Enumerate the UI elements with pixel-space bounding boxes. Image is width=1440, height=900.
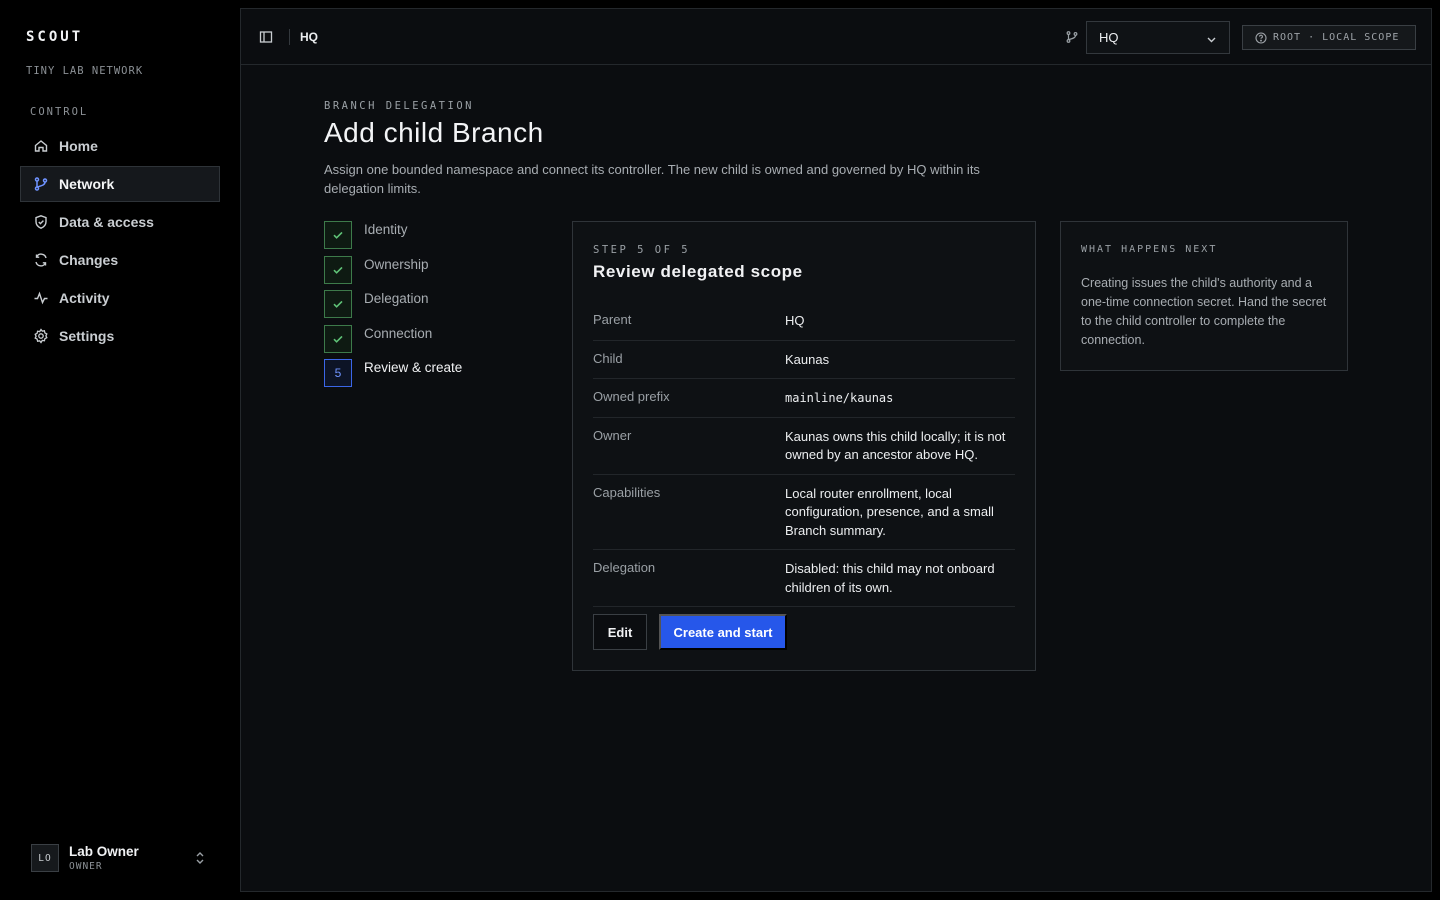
- step-connection[interactable]: Connection: [324, 324, 524, 360]
- branch-select[interactable]: HQ: [1086, 21, 1230, 54]
- home-icon: [33, 138, 49, 154]
- chevron-down-icon: [1206, 33, 1217, 44]
- sidebar-nav: Home Network Data & access Changes Activ…: [20, 128, 220, 356]
- detail-value: Kaunas owns this child locally; it is no…: [785, 428, 1006, 463]
- detail-row-owned-prefix: Owned prefix mainline/kaunas: [593, 379, 1015, 418]
- page-eyebrow: BRANCH DELEGATION: [324, 100, 474, 112]
- step-review-create[interactable]: 5 Review & create: [324, 359, 524, 394]
- branch-icon: [1065, 30, 1079, 44]
- sidebar-item-label: Settings: [59, 328, 115, 344]
- step-status-done: [324, 290, 352, 319]
- sidebar-item-label: Changes: [59, 252, 119, 268]
- chevron-up-down-icon: [194, 850, 206, 866]
- detail-value: mainline/kaunas: [785, 391, 894, 405]
- page-title: Add child Branch: [324, 117, 544, 148]
- user-name: Lab Owner: [69, 844, 139, 859]
- next-steps-panel: WHAT HAPPENS NEXT Creating issues the ch…: [1060, 221, 1348, 371]
- sidebar: SCOUT TINY LAB NETWORK CONTROL Home Netw…: [0, 0, 240, 900]
- step-label: Identity: [364, 222, 408, 237]
- sidebar-item-network[interactable]: Network: [20, 166, 220, 202]
- shield-icon: [33, 214, 49, 230]
- page-description: Assign one bounded namespace and connect…: [324, 162, 980, 196]
- refresh-icon: [33, 252, 49, 268]
- review-title: Review delegated scope: [593, 262, 803, 281]
- sidebar-item-activity[interactable]: Activity: [20, 280, 220, 316]
- sidebar-item-label: Network: [59, 176, 115, 192]
- sidebar-item-home[interactable]: Home: [20, 128, 220, 164]
- check-icon: [333, 301, 343, 309]
- brand-logo[interactable]: SCOUT: [26, 29, 83, 45]
- org-name: TINY LAB NETWORK: [26, 65, 144, 77]
- step-label: Connection: [364, 325, 433, 341]
- step-label: Review & create: [364, 360, 463, 376]
- detail-key: Owned prefix: [593, 389, 670, 404]
- breadcrumb[interactable]: HQ: [300, 30, 318, 44]
- detail-value: Kaunas: [785, 351, 830, 367]
- create-and-start-button[interactable]: Create and start: [659, 614, 787, 650]
- scope-badge[interactable]: ROOT · LOCAL SCOPE: [1242, 25, 1416, 50]
- step-status-done: [324, 255, 352, 284]
- sidebar-toggle-icon[interactable]: [259, 30, 273, 44]
- detail-row-parent: Parent HQ: [593, 302, 1015, 341]
- user-role: OWNER: [69, 861, 103, 872]
- detail-value: HQ: [785, 313, 805, 328]
- detail-key: Capabilities: [593, 484, 661, 500]
- sidebar-item-label: Home: [59, 138, 98, 154]
- detail-row-child: Child Kaunas: [593, 341, 1015, 379]
- step-label: Ownership: [364, 256, 429, 272]
- detail-key: Delegation: [593, 560, 656, 575]
- step-delegation[interactable]: Delegation: [324, 290, 524, 325]
- branch-select-value: HQ: [1099, 30, 1119, 45]
- review-card: STEP 5 OF 5 Review delegated scope Paren…: [572, 221, 1036, 671]
- detail-key: Child: [593, 350, 623, 366]
- check-icon: [333, 231, 343, 239]
- step-label: Delegation: [364, 291, 429, 307]
- help-circle-icon: [1255, 31, 1267, 44]
- step-status-done: [324, 221, 352, 249]
- wizard-steps: Identity Ownership Delegation Connection…: [324, 221, 524, 394]
- step-indicator: STEP 5 OF 5: [593, 244, 691, 256]
- check-icon: [333, 335, 343, 343]
- user-menu[interactable]: LO Lab Owner OWNER: [20, 836, 220, 880]
- detail-row-capabilities: Capabilities Local router enrollment, lo…: [593, 475, 1015, 550]
- main-panel: HQ HQ ROOT · LOCAL SCOPE BRANCH DELEGATI…: [240, 8, 1432, 892]
- step-number: 5: [324, 359, 352, 388]
- detail-key: Parent: [593, 312, 632, 327]
- next-steps-title: WHAT HAPPENS NEXT: [1081, 244, 1218, 255]
- step-ownership[interactable]: Ownership: [324, 255, 524, 291]
- branch-icon: [33, 176, 49, 192]
- sidebar-item-data-access[interactable]: Data & access: [20, 204, 220, 240]
- detail-value: Disabled: this child may not onboard chi…: [785, 561, 995, 595]
- sidebar-item-label: Data & access: [59, 214, 154, 230]
- step-identity[interactable]: Identity: [324, 221, 524, 256]
- edit-button[interactable]: Edit: [593, 614, 647, 650]
- sidebar-item-changes[interactable]: Changes: [20, 242, 220, 278]
- detail-row-owner: Owner Kaunas owns this child locally; it…: [593, 418, 1015, 475]
- step-status-done: [324, 324, 352, 353]
- check-icon: [333, 266, 343, 274]
- sidebar-item-label: Activity: [59, 290, 110, 306]
- activity-icon: [33, 290, 49, 306]
- detail-row-delegation: Delegation Disabled: this child may not …: [593, 550, 1015, 607]
- topbar: HQ HQ ROOT · LOCAL SCOPE: [241, 9, 1431, 65]
- nav-section-label: CONTROL: [30, 106, 89, 118]
- review-details: Parent HQ Child Kaunas Owned prefix main…: [593, 302, 1015, 607]
- detail-key: Owner: [593, 427, 632, 443]
- sidebar-item-settings[interactable]: Settings: [20, 318, 220, 354]
- topbar-divider: [289, 29, 290, 45]
- gear-icon: [33, 328, 49, 344]
- avatar: LO: [31, 844, 59, 872]
- next-steps-text: Creating issues the child's authority an…: [1081, 276, 1327, 347]
- scope-badge-label: ROOT · LOCAL SCOPE: [1273, 32, 1400, 43]
- detail-value: Local router enrollment, local configura…: [785, 485, 994, 538]
